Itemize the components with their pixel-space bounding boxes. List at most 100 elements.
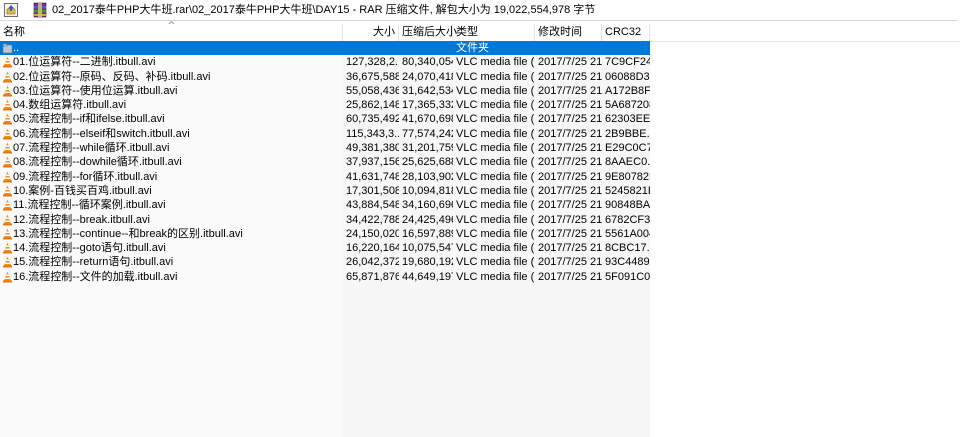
file-row[interactable]: 04.数组运算符.itbull.avi 25,862,148 17,365,33… <box>0 98 960 112</box>
file-type: VLC media file (.... <box>456 170 535 183</box>
file-name: 06.流程控制--elseif和switch.itbull.avi <box>13 127 190 140</box>
file-size: 37,937,156 <box>346 156 399 169</box>
file-size: 36,675,588 <box>346 70 399 83</box>
file-crc32: 2B9BBE... <box>605 127 650 140</box>
file-type: VLC media file (.... <box>456 156 535 169</box>
vlc-cone-icon <box>3 156 12 168</box>
file-row[interactable]: 05.流程控制--if和ifelse.itbull.avi 60,735,492… <box>0 112 960 126</box>
file-size: 17,301,508 <box>346 184 399 197</box>
file-size: 49,381,380 <box>346 142 399 155</box>
file-row[interactable]: 13.流程控制--continue--和break的区别.itbull.avi … <box>0 227 960 241</box>
file-crc32: 7C9CF243 <box>605 56 650 69</box>
file-modified: 2017/7/25 21... <box>538 270 602 283</box>
file-row[interactable]: 10.案例-百钱买百鸡.itbull.avi 17,301,508 10,094… <box>0 184 960 198</box>
file-size: 24,150,020 <box>346 227 399 240</box>
vlc-cone-icon <box>3 71 12 83</box>
file-crc32: 5245821B <box>605 184 650 197</box>
file-row[interactable]: 15.流程控制--return语句.itbull.avi 26,042,372 … <box>0 255 960 269</box>
vlc-cone-icon <box>3 185 12 197</box>
file-name: 02.位运算符--原码、反码、补码.itbull.avi <box>13 70 211 83</box>
column-header-size[interactable]: 大小 <box>343 24 399 41</box>
file-type: VLC media file (.... <box>456 256 535 269</box>
file-type: VLC media file (.... <box>456 213 535 226</box>
file-crc32: A172B8F0 <box>605 84 650 97</box>
file-crc32: 8CBC17... <box>605 242 650 255</box>
column-header-crc32[interactable]: CRC32 <box>602 24 650 41</box>
file-crc32: 06088D39 <box>605 70 650 83</box>
column-header-type[interactable]: 类型 <box>453 24 535 41</box>
file-name-cell: 13.流程控制--continue--和break的区别.itbull.avi <box>0 227 343 241</box>
file-name-cell: 12.流程控制--break.itbull.avi <box>0 213 343 227</box>
file-name: 03.位运算符--使用位运算.itbull.avi <box>13 84 178 97</box>
file-row[interactable]: 03.位运算符--使用位运算.itbull.avi 55,058,436 31,… <box>0 84 960 98</box>
file-packed-size: 17,365,332 <box>402 99 453 112</box>
file-name-cell: 15.流程控制--return语句.itbull.avi <box>0 255 343 269</box>
file-name-cell: 07.流程控制--while循环.itbull.avi <box>0 141 343 155</box>
file-type: VLC media file (.... <box>456 56 535 69</box>
file-name-cell: 16.流程控制--文件的加载.itbull.avi <box>0 270 343 284</box>
file-row[interactable]: 09.流程控制--for循环.itbull.avi 41,631,748 28,… <box>0 170 960 184</box>
file-name-cell: 14.流程控制--goto语句.itbull.avi <box>0 241 343 255</box>
file-packed-size: 25,625,688 <box>402 156 453 169</box>
file-row[interactable]: 12.流程控制--break.itbull.avi 34,422,788 24,… <box>0 213 960 227</box>
file-name-cell: 05.流程控制--if和ifelse.itbull.avi <box>0 112 343 126</box>
file-type: VLC media file (.... <box>456 142 535 155</box>
vlc-cone-icon <box>3 271 12 283</box>
vlc-cone-icon <box>3 85 12 97</box>
file-row[interactable]: 11.流程控制--循环案例.itbull.avi 43,884,548 34,1… <box>0 198 960 212</box>
parent-folder-row[interactable]: .. 文件夹 <box>0 41 960 55</box>
file-size: 115,343,3... <box>346 127 399 140</box>
vlc-cone-icon <box>3 171 12 183</box>
file-name: 08.流程控制--dowhile循环.itbull.avi <box>13 156 182 169</box>
parent-folder-icon <box>2 43 13 54</box>
file-packed-size: 31,201,759 <box>402 142 453 155</box>
file-row[interactable]: 16.流程控制--文件的加载.itbull.avi 65,871,876 44,… <box>0 270 960 284</box>
file-type: VLC media file (.... <box>456 242 535 255</box>
column-header-name[interactable]: 名称 <box>0 24 343 41</box>
file-modified: 2017/7/25 21... <box>538 142 602 155</box>
file-type: VLC media file (.... <box>456 99 535 112</box>
file-modified: 2017/7/25 21... <box>538 127 602 140</box>
vlc-cone-icon <box>3 256 12 268</box>
address-bar: 02_2017泰牛PHP大牛班.rar\02_2017泰牛PHP大牛班\DAY1… <box>0 0 958 21</box>
file-type: VLC media file (.... <box>456 84 535 97</box>
file-row[interactable]: 07.流程控制--while循环.itbull.avi 49,381,380 3… <box>0 141 960 155</box>
file-modified: 2017/7/25 21... <box>538 199 602 212</box>
file-size: 16,220,164 <box>346 242 399 255</box>
file-name-cell: 04.数组运算符.itbull.avi <box>0 98 343 112</box>
file-packed-size: 10,075,547 <box>402 242 453 255</box>
file-row[interactable]: 08.流程控制--dowhile循环.itbull.avi 37,937,156… <box>0 155 960 169</box>
file-crc32: 6782CF31 <box>605 213 650 226</box>
column-header-packed-size[interactable]: 压缩后大小 <box>399 24 457 41</box>
file-list: .. 文件夹 01.位运算符--二进制.itbull.avi 127,328,2… <box>0 41 960 284</box>
file-row[interactable]: 02.位运算符--原码、反码、补码.itbull.avi 36,675,588 … <box>0 70 960 84</box>
file-packed-size: 80,340,054 <box>402 56 453 69</box>
file-packed-size: 44,649,197 <box>402 270 453 283</box>
parent-folder-type: 文件夹 <box>456 42 489 54</box>
up-folder-button[interactable] <box>4 3 18 17</box>
file-type: VLC media file (.... <box>456 184 535 197</box>
file-type: VLC media file (.... <box>456 227 535 240</box>
file-packed-size: 31,642,534 <box>402 84 453 97</box>
file-name-cell: 08.流程控制--dowhile循环.itbull.avi <box>0 155 343 169</box>
file-type: VLC media file (.... <box>456 113 535 126</box>
archive-path: 02_2017泰牛PHP大牛班.rar\02_2017泰牛PHP大牛班\DAY1… <box>52 4 596 16</box>
file-modified: 2017/7/25 21... <box>538 113 602 126</box>
file-size: 65,871,876 <box>346 270 399 283</box>
file-modified: 2017/7/25 21... <box>538 184 602 197</box>
file-row[interactable]: 14.流程控制--goto语句.itbull.avi 16,220,164 10… <box>0 241 960 255</box>
column-header-modified[interactable]: 修改时间 <box>535 24 602 41</box>
file-size: 26,042,372 <box>346 256 399 269</box>
file-size: 55,058,436 <box>346 84 399 97</box>
vlc-cone-icon <box>3 199 12 211</box>
vlc-cone-icon <box>3 228 12 240</box>
file-modified: 2017/7/25 21... <box>538 84 602 97</box>
file-modified: 2017/7/25 21... <box>538 227 602 240</box>
file-crc32: E29C0C73 <box>605 142 650 155</box>
file-type: VLC media file (.... <box>456 70 535 83</box>
file-row[interactable]: 06.流程控制--elseif和switch.itbull.avi 115,34… <box>0 127 960 141</box>
file-name-cell: 06.流程控制--elseif和switch.itbull.avi <box>0 127 343 141</box>
file-modified: 2017/7/25 21... <box>538 99 602 112</box>
file-row[interactable]: 01.位运算符--二进制.itbull.avi 127,328,2... 80,… <box>0 55 960 69</box>
rar-archive-icon <box>33 2 47 18</box>
